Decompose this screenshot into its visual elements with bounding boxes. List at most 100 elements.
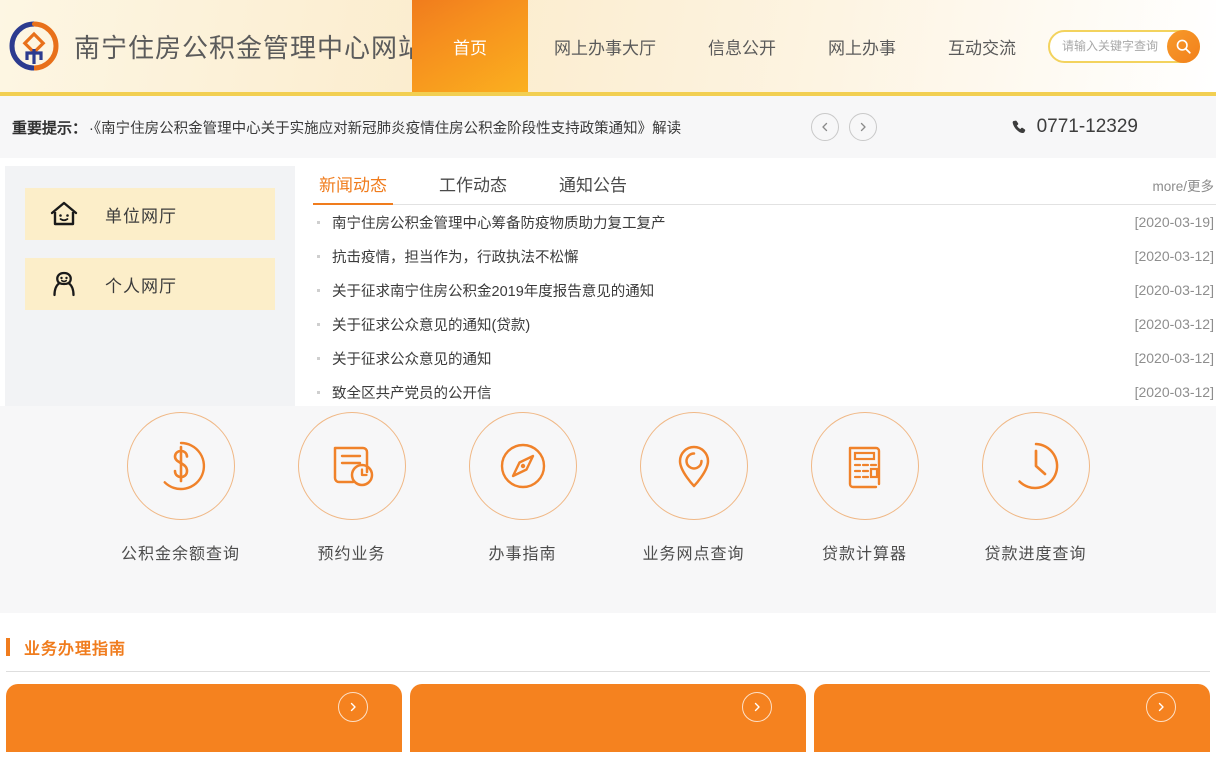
phone-icon (1010, 118, 1029, 137)
compass-icon (492, 435, 554, 497)
search-icon (1175, 38, 1192, 55)
guide-section-header: 业务办理指南 (6, 635, 1210, 672)
clock-icon (1005, 435, 1067, 497)
nav-item-home[interactable]: 首页 (412, 0, 528, 92)
news-title[interactable]: 关于征求南宁住房公积金2019年度报告意见的通知 (332, 280, 654, 301)
guide-section: 业务办理指南 (0, 613, 1216, 752)
news-date: [2020-03-12] (1135, 248, 1216, 264)
guide-card[interactable] (410, 684, 806, 752)
news-item[interactable]: 关于征求公众意见的通知(贷款) [2020-03-12] (313, 307, 1216, 341)
services-row: 公积金余额查询 预约业务 办事指南 (0, 406, 1216, 613)
news-date: [2020-03-12] (1135, 316, 1216, 332)
search-button[interactable] (1167, 30, 1200, 63)
bullet-icon (317, 357, 320, 360)
search-input[interactable] (1050, 38, 1176, 54)
news-title[interactable]: 南宁住房公积金管理中心筹备防疫物质助力复工复产 (332, 212, 666, 233)
map-pin-icon (663, 435, 725, 497)
service-circle (127, 412, 235, 520)
tab-news[interactable]: 新闻动态 (313, 171, 393, 204)
notice-bar: 重要提示： ·《南宁住房公积金管理中心关于实施应对新冠肺炎疫情住房公积金阶段性支… (0, 96, 1216, 158)
gongjijin-logo (8, 20, 60, 72)
dollar-circle-icon (150, 435, 212, 497)
news-item[interactable]: 致全区共产党员的公开信 [2020-03-12] (313, 375, 1216, 409)
service-circle (298, 412, 406, 520)
document-clock-icon (321, 435, 383, 497)
notice-prev-button[interactable] (811, 113, 839, 141)
chevron-right-icon[interactable] (1146, 692, 1176, 722)
news-date: [2020-03-12] (1135, 282, 1216, 298)
news-more-link[interactable]: more/更多 (1152, 175, 1214, 204)
news-item[interactable]: 关于征求南宁住房公积金2019年度报告意见的通知 [2020-03-12] (313, 273, 1216, 307)
brand[interactable]: 南宁住房公积金管理中心网站 (0, 0, 412, 92)
house-smile-icon (47, 197, 81, 231)
news-item[interactable]: 南宁住房公积金管理中心筹备防疫物质助力复工复产 [2020-03-19] (313, 205, 1216, 239)
hall-item-personal[interactable]: 个人网厅 (25, 258, 275, 310)
tab-work[interactable]: 工作动态 (433, 171, 513, 204)
service-circle (469, 412, 577, 520)
nav-item-info-disclosure[interactable]: 信息公开 (682, 0, 802, 92)
service-branch-query[interactable]: 业务网点查询 (608, 412, 779, 564)
site-header: 南宁住房公积金管理中心网站 首页 网上办事大厅 信息公开 网上办事 互动交流 (0, 0, 1216, 96)
hall-item-company[interactable]: 单位网厅 (25, 188, 275, 240)
hotline-number: 0771-12329 (1037, 116, 1138, 138)
news-date: [2020-03-12] (1135, 350, 1216, 366)
nav-item-online-hall[interactable]: 网上办事大厅 (528, 0, 682, 92)
hall-label: 个人网厅 (105, 272, 177, 297)
notice-next-button[interactable] (849, 113, 877, 141)
tab-announcements[interactable]: 通知公告 (553, 171, 633, 204)
news-title[interactable]: 抗击疫情，担当作为，行政执法不松懈 (332, 246, 579, 267)
notice-nav (811, 113, 877, 141)
nav-item-online-service[interactable]: 网上办事 (802, 0, 922, 92)
bullet-icon (317, 289, 320, 292)
service-loan-calculator[interactable]: 贷款计算器 (779, 412, 950, 564)
halls-panel: 单位网厅 个人网厅 (5, 166, 295, 406)
service-label: 业务网点查询 (642, 540, 744, 564)
service-circle (811, 412, 919, 520)
guide-section-title: 业务办理指南 (24, 635, 126, 659)
hotline: 0771-12329 (1010, 116, 1200, 138)
service-label: 办事指南 (488, 540, 556, 564)
bullet-icon (317, 323, 320, 326)
nav-item-interaction[interactable]: 互动交流 (922, 0, 1042, 92)
person-smile-icon (47, 267, 81, 301)
news-list: 南宁住房公积金管理中心筹备防疫物质助力复工复产 [2020-03-19] 抗击疫… (313, 205, 1216, 409)
news-title[interactable]: 关于征求公众意见的通知(贷款) (332, 314, 530, 335)
news-tabs: 新闻动态 工作动态 通知公告 more/更多 (313, 166, 1216, 205)
bullet-icon (317, 255, 320, 258)
notice-label: 重要提示： (12, 117, 87, 138)
service-label: 贷款进度查询 (984, 540, 1086, 564)
hall-label: 单位网厅 (105, 202, 177, 227)
service-label: 贷款计算器 (822, 540, 907, 564)
service-circle (982, 412, 1090, 520)
section-accent-bar (6, 638, 10, 656)
service-circle (640, 412, 748, 520)
chevron-right-icon (857, 121, 869, 133)
guide-cards (0, 672, 1216, 752)
service-loan-progress[interactable]: 贷款进度查询 (950, 412, 1121, 564)
search-area (1048, 0, 1216, 92)
chevron-left-icon (819, 121, 831, 133)
main-nav: 首页 网上办事大厅 信息公开 网上办事 互动交流 (412, 0, 1048, 92)
service-balance-query[interactable]: 公积金余额查询 (95, 412, 266, 564)
guide-card[interactable] (6, 684, 402, 752)
news-date: [2020-03-12] (1135, 384, 1216, 400)
service-guide[interactable]: 办事指南 (437, 412, 608, 564)
bullet-icon (317, 221, 320, 224)
mid-section: 单位网厅 个人网厅 新闻动态 工作动态 通知公告 more/更多 (0, 158, 1216, 406)
guide-card[interactable] (814, 684, 1210, 752)
service-appointment[interactable]: 预约业务 (266, 412, 437, 564)
service-label: 预约业务 (317, 540, 385, 564)
news-panel: 新闻动态 工作动态 通知公告 more/更多 南宁住房公积金管理中心筹备防疫物质… (295, 166, 1216, 406)
news-title[interactable]: 致全区共产党员的公开信 (332, 382, 492, 403)
news-title[interactable]: 关于征求公众意见的通知 (332, 348, 492, 369)
site-title: 南宁住房公积金管理中心网站 (74, 28, 425, 65)
search-box[interactable] (1048, 30, 1200, 63)
news-item[interactable]: 关于征求公众意见的通知 [2020-03-12] (313, 341, 1216, 375)
bullet-icon (317, 391, 320, 394)
chevron-right-icon[interactable] (338, 692, 368, 722)
notice-text[interactable]: ·《南宁住房公积金管理中心关于实施应对新冠肺炎疫情住房公积金阶段性支持政策通知》… (89, 117, 681, 138)
service-label: 公积金余额查询 (121, 540, 240, 564)
chevron-right-icon[interactable] (742, 692, 772, 722)
news-item[interactable]: 抗击疫情，担当作为，行政执法不松懈 [2020-03-12] (313, 239, 1216, 273)
calculator-icon (834, 435, 896, 497)
